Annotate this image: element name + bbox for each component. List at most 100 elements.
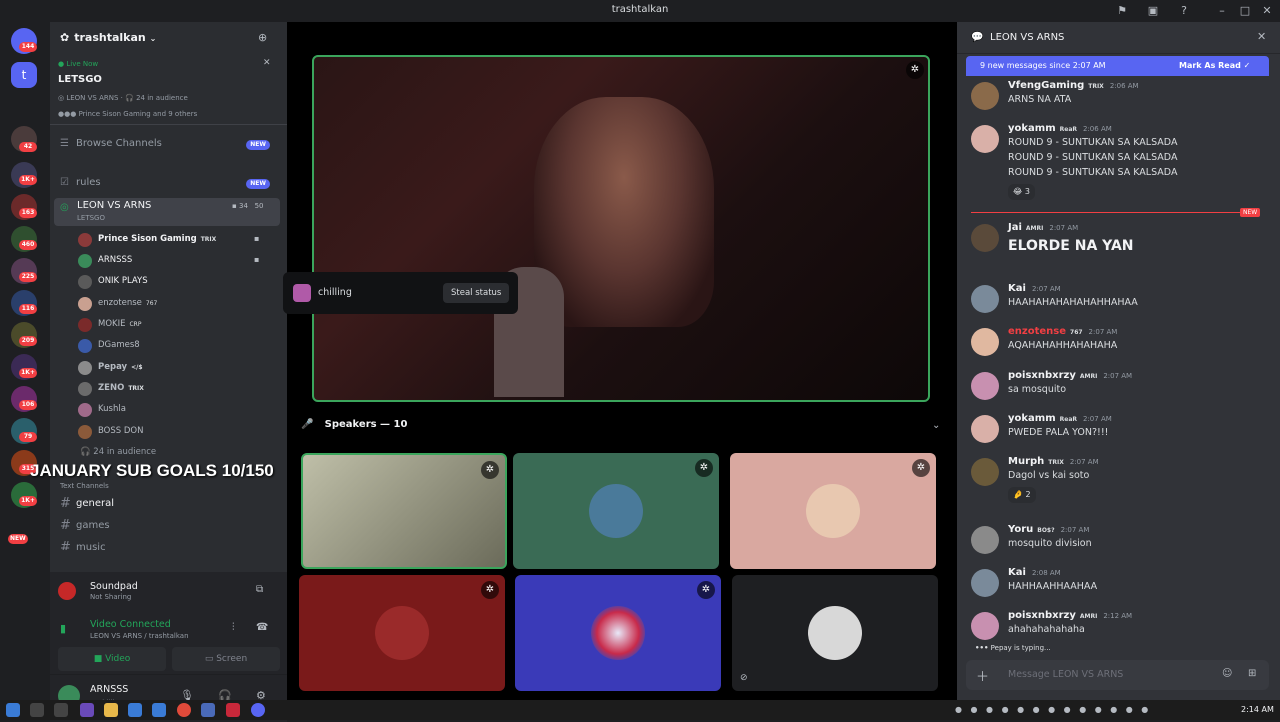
close-icon[interactable]: ✕ bbox=[263, 58, 271, 68]
app-icon[interactable] bbox=[80, 703, 94, 717]
avatar[interactable] bbox=[971, 125, 999, 153]
avatar[interactable] bbox=[971, 372, 999, 400]
minimize-icon[interactable]: – bbox=[1214, 3, 1230, 19]
clock[interactable]: 2:14 AM bbox=[1241, 705, 1274, 714]
channel-stage-leon-vs-arns[interactable]: ◎ LEON VS ARNS LETSGO ▪ 34 50 bbox=[54, 198, 280, 226]
maximize-icon[interactable]: □ bbox=[1237, 3, 1253, 19]
app-icon[interactable] bbox=[201, 703, 215, 717]
speaker-tile[interactable]: ⊘ bbox=[732, 575, 938, 691]
text-channels-category[interactable]: Text Channels bbox=[60, 482, 109, 490]
speakers-header[interactable]: 🎤 Speakers — 10 bbox=[301, 419, 407, 430]
discord-icon[interactable] bbox=[251, 703, 265, 717]
member-row[interactable]: ONIK PLAYS bbox=[78, 272, 278, 292]
invite-icon[interactable]: ⊕ bbox=[258, 31, 267, 44]
message-author[interactable]: Kai 2:08 AM bbox=[1008, 567, 1061, 578]
reaction-chip[interactable]: 🤌 2 bbox=[1008, 487, 1036, 503]
message-author[interactable]: poisxnbxrzy AMRI 2:07 AM bbox=[1008, 370, 1132, 381]
speaker-tile[interactable]: ✲ bbox=[299, 575, 505, 691]
message-author[interactable]: enzotense 767 2:07 AM bbox=[1008, 326, 1117, 337]
member-row[interactable]: ARNSSS ▪ bbox=[78, 251, 278, 271]
message-author[interactable]: poisxnbxrzy AMRI 2:12 AM bbox=[1008, 610, 1132, 621]
pin-icon[interactable]: ✲ bbox=[481, 461, 499, 479]
emoji-icon[interactable]: ☺ bbox=[1222, 668, 1232, 679]
message-input[interactable]: Message LEON VS ARNS bbox=[1008, 669, 1123, 680]
store-icon[interactable] bbox=[152, 703, 166, 717]
avatar[interactable] bbox=[971, 82, 999, 110]
app-icon[interactable] bbox=[128, 703, 142, 717]
channel-rules[interactable]: ☑ rules NEW bbox=[54, 173, 280, 195]
avatar[interactable] bbox=[971, 526, 999, 554]
audience-row[interactable]: 🎧 24 in audience bbox=[80, 447, 156, 457]
server-trashtalkan[interactable]: t bbox=[11, 62, 37, 88]
chrome-icon[interactable] bbox=[177, 703, 191, 717]
pin-icon[interactable]: ✲ bbox=[906, 61, 924, 79]
games-label: games bbox=[76, 520, 110, 531]
avatar[interactable] bbox=[971, 224, 999, 252]
member-row[interactable]: MOKIE CRP bbox=[78, 315, 278, 335]
message-author[interactable]: VfengGaming TRIX 2:06 AM bbox=[1008, 80, 1139, 91]
browse-channels[interactable]: ☰ Browse Channels NEW bbox=[54, 134, 280, 156]
speaker-tile[interactable]: ✲ bbox=[301, 453, 507, 569]
channel-general[interactable]: # general bbox=[54, 494, 280, 516]
youtube-icon[interactable] bbox=[226, 703, 240, 717]
channel-games[interactable]: # games bbox=[54, 516, 280, 538]
member-row[interactable]: BOSS DON bbox=[78, 422, 278, 442]
message-author[interactable]: yokamm ReaR 2:07 AM bbox=[1008, 413, 1112, 424]
share-icon[interactable]: ⧉ bbox=[256, 584, 263, 595]
member-row[interactable]: Kushla bbox=[78, 400, 278, 420]
avatar[interactable] bbox=[971, 415, 999, 443]
avatar[interactable] bbox=[971, 569, 999, 597]
close-icon[interactable]: ✕ bbox=[1257, 30, 1266, 43]
reaction-chip[interactable]: 😂 3 bbox=[1008, 184, 1035, 200]
new-servers-badge[interactable]: NEW bbox=[8, 534, 28, 544]
member-row[interactable]: enzotense 767 bbox=[78, 294, 278, 314]
inbox-icon[interactable]: ⚑ bbox=[1114, 3, 1130, 19]
speaker-tile[interactable]: ✲ bbox=[730, 453, 936, 569]
message-input-box[interactable]: ＋ Message LEON VS ARNS ☺ ⊞ bbox=[966, 660, 1269, 690]
channel-music[interactable]: # music bbox=[54, 538, 280, 550]
voice-location[interactable]: LEON VS ARNS / trashtalkan bbox=[90, 632, 189, 640]
member-row[interactable]: ZENO TRIX bbox=[78, 379, 278, 399]
soundpad-name: Soundpad bbox=[90, 581, 138, 592]
member-row[interactable]: DGames8 bbox=[78, 336, 278, 356]
main-video-stream[interactable]: ✲ bbox=[312, 55, 930, 402]
video-button[interactable]: ■ Video bbox=[58, 647, 166, 671]
server-header[interactable]: ✿ trashtalkan ⌄ bbox=[60, 31, 156, 44]
message-author[interactable]: Jai AMRI 2:07 AM bbox=[1008, 222, 1078, 233]
member-row[interactable]: Pepay </$ bbox=[78, 358, 278, 378]
windows-start-icon[interactable] bbox=[6, 703, 20, 717]
pin-icon[interactable]: ✲ bbox=[695, 459, 713, 477]
new-messages-banner[interactable]: 9 new messages since 2:07 AM Mark As Rea… bbox=[966, 56, 1269, 76]
task-view-icon[interactable] bbox=[54, 703, 68, 717]
disconnect-icon[interactable]: ☎ bbox=[256, 622, 268, 633]
steal-status-button[interactable]: Steal status bbox=[443, 283, 510, 303]
help-icon[interactable]: ? bbox=[1176, 3, 1192, 19]
speaker-tile[interactable]: ✲ bbox=[515, 575, 721, 691]
noise-suppression-icon[interactable]: ⫶ bbox=[232, 622, 235, 633]
screen-share-button[interactable]: ▭ Screen bbox=[172, 647, 280, 671]
speaker-tile[interactable]: ✲ bbox=[513, 453, 719, 569]
system-tray-icons[interactable]: ● ● ● ● ● ● ● ● ● ● ● ● ● bbox=[955, 705, 1151, 714]
avatar[interactable] bbox=[971, 612, 999, 640]
server-badge: 209 bbox=[19, 336, 37, 346]
avatar[interactable] bbox=[971, 328, 999, 356]
server-badge: 106 bbox=[19, 400, 37, 410]
message-author[interactable]: yokamm ReaR 2:06 AM bbox=[1008, 123, 1112, 134]
mark-as-read[interactable]: Mark As Read ✓ bbox=[1179, 61, 1250, 70]
add-attachment-icon[interactable]: ＋ bbox=[976, 666, 989, 685]
close-window-icon[interactable]: ✕ bbox=[1259, 3, 1275, 19]
member-row[interactable]: Prince Sison Gaming TRIX ▪ bbox=[78, 230, 278, 250]
pin-icon[interactable]: ✲ bbox=[481, 581, 499, 599]
pin-icon[interactable]: ✲ bbox=[912, 459, 930, 477]
pin-icon[interactable]: ✲ bbox=[697, 581, 715, 599]
apps-icon[interactable]: ⊞ bbox=[1248, 668, 1256, 679]
message-author[interactable]: Yoru BO$? 2:07 AM bbox=[1008, 524, 1089, 535]
avatar[interactable] bbox=[971, 458, 999, 486]
message-author[interactable]: Kai 2:07 AM bbox=[1008, 283, 1061, 294]
search-icon[interactable] bbox=[30, 703, 44, 717]
screen-icon[interactable]: ▣ bbox=[1145, 3, 1161, 19]
chevron-down-icon[interactable]: ⌄ bbox=[932, 420, 940, 431]
avatar[interactable] bbox=[971, 285, 999, 313]
message-author[interactable]: Murph TRIX 2:07 AM bbox=[1008, 456, 1099, 467]
file-explorer-icon[interactable] bbox=[104, 703, 118, 717]
